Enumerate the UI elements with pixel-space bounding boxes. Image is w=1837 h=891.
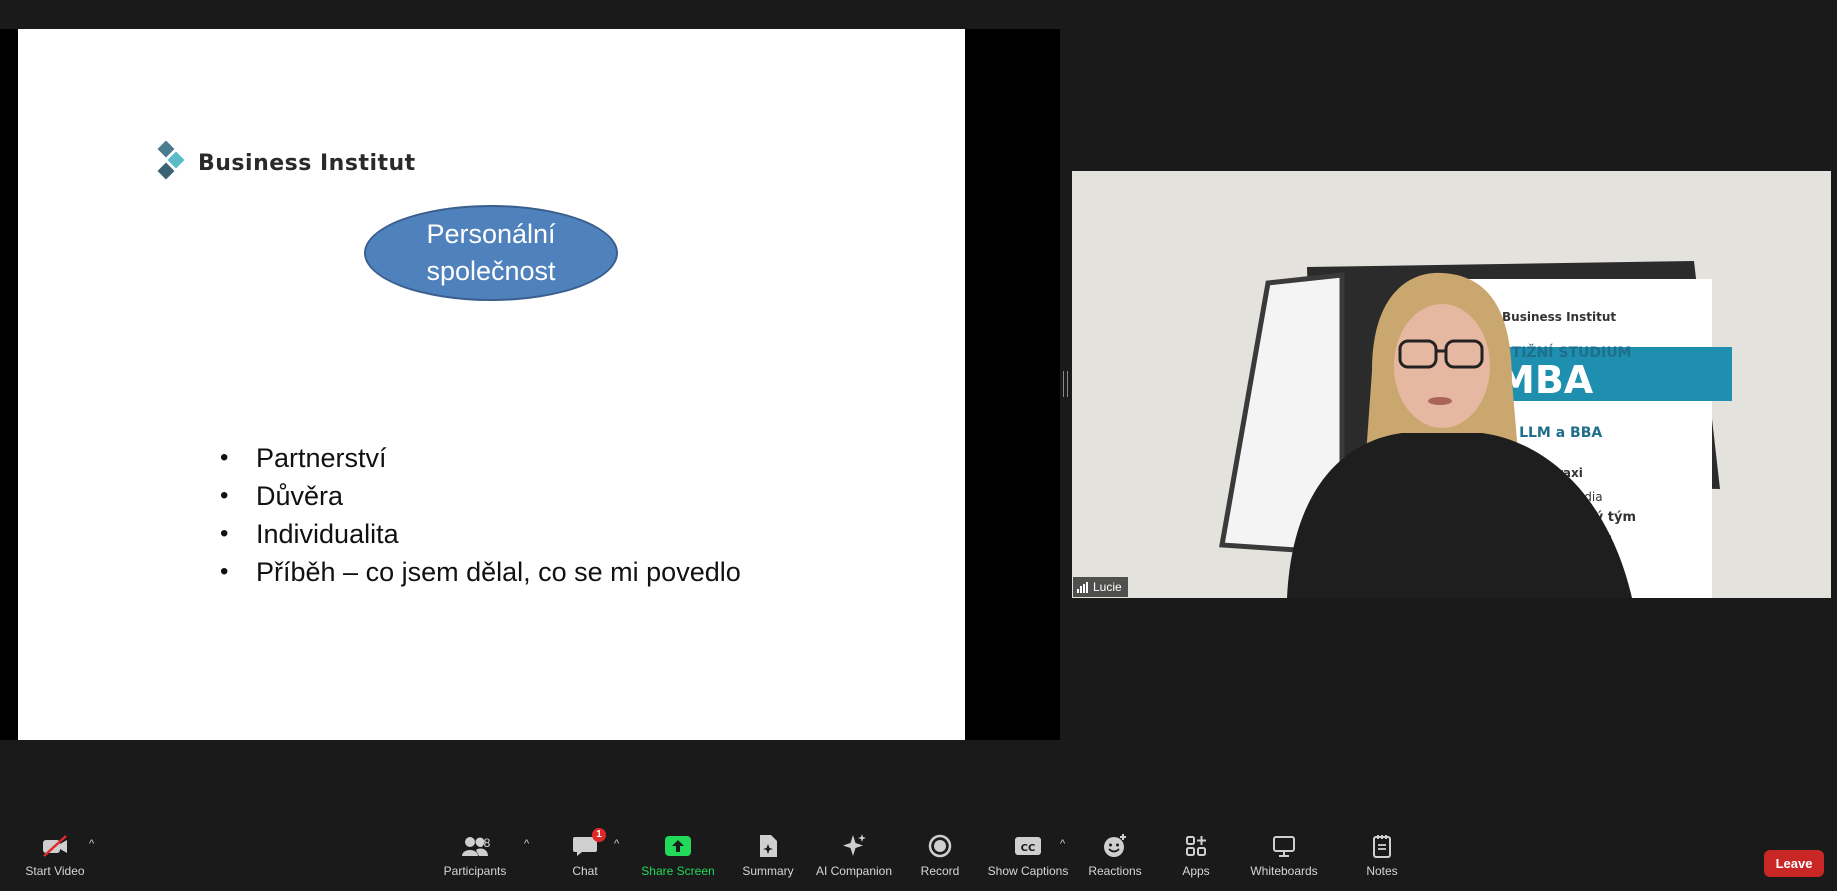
- participant-name: Lucie: [1093, 580, 1122, 594]
- chat-icon: 1: [572, 828, 606, 860]
- captions-options-caret-icon[interactable]: ^: [1060, 838, 1065, 850]
- logo-text: Business Institut: [198, 150, 416, 176]
- participants-count: 38: [477, 836, 491, 850]
- whiteboards-button[interactable]: Whiteboards: [1248, 832, 1320, 884]
- share-screen-button[interactable]: Share Screen: [640, 832, 716, 884]
- participants-options-caret-icon[interactable]: ^: [524, 838, 529, 850]
- reactions-label: Reactions: [1088, 864, 1142, 878]
- apps-icon: [1185, 832, 1207, 860]
- diamond-logo-icon: [157, 141, 185, 180]
- video-off-icon: [40, 832, 70, 860]
- bullet-item: Individualita: [204, 515, 741, 553]
- bullet-list: Partnerství Důvěra Individualita Příběh …: [204, 439, 741, 591]
- bullet-item: Důvěra: [204, 477, 741, 515]
- video-options-caret-icon[interactable]: ^: [89, 838, 94, 850]
- ellipse-line-2: společnost: [426, 256, 556, 286]
- panel-splitter-handle[interactable]: [1063, 371, 1068, 397]
- participants-button[interactable]: 38 Participants: [442, 832, 508, 884]
- share-screen-label: Share Screen: [641, 864, 715, 878]
- presentation-slide: Business Institut Personální společnost …: [18, 29, 965, 740]
- svg-text:Business Institut: Business Institut: [1502, 310, 1616, 324]
- start-video-label: Start Video: [25, 864, 85, 878]
- start-video-button[interactable]: Start Video: [22, 832, 88, 884]
- summary-button[interactable]: Summary: [740, 832, 796, 884]
- bullet-item: Příběh – co jsem dělal, co se mi povedlo: [204, 553, 741, 591]
- personal-company-ellipse: Personální společnost: [364, 205, 618, 301]
- webcam-feed-image: Business Institut ESTIŽNÍ STUDIUM MBA RA…: [1072, 171, 1831, 598]
- show-captions-button[interactable]: CC Show Captions: [988, 832, 1068, 884]
- participant-video-tile[interactable]: Business Institut ESTIŽNÍ STUDIUM MBA RA…: [1072, 171, 1831, 598]
- participant-name-tag: Lucie: [1073, 577, 1128, 597]
- record-label: Record: [920, 864, 960, 878]
- shared-screen: Business Institut Personální společnost …: [0, 29, 1060, 740]
- whiteboard-icon: [1272, 832, 1296, 860]
- sparkle-icon: [841, 832, 867, 860]
- notes-icon: [1372, 832, 1392, 860]
- show-captions-label: Show Captions: [987, 864, 1069, 878]
- chat-label: Chat: [572, 864, 598, 878]
- whiteboards-label: Whiteboards: [1250, 864, 1318, 878]
- record-icon: [928, 832, 952, 860]
- cc-icon: CC: [1015, 832, 1041, 860]
- share-screen-icon: [665, 832, 691, 860]
- signal-strength-icon: [1077, 581, 1088, 593]
- notes-button[interactable]: Notes: [1364, 832, 1400, 884]
- chat-button[interactable]: 1 Chat: [565, 828, 606, 884]
- business-institut-logo: Business Institut: [156, 141, 416, 185]
- bullet-item: Partnerství: [204, 439, 741, 477]
- record-button[interactable]: Record: [920, 832, 960, 884]
- ellipse-line-1: Personální: [426, 219, 556, 249]
- svg-text:CC: CC: [1021, 843, 1036, 854]
- chat-options-caret-icon[interactable]: ^: [614, 838, 619, 850]
- participants-icon: 38: [445, 832, 505, 860]
- apps-button[interactable]: Apps: [1180, 832, 1212, 884]
- leave-button[interactable]: Leave: [1764, 850, 1824, 877]
- participants-label: Participants: [443, 864, 507, 878]
- ai-companion-button[interactable]: AI Companion: [814, 832, 894, 884]
- apps-label: Apps: [1182, 864, 1210, 878]
- emoji-icon: [1102, 832, 1128, 860]
- summary-label: Summary: [742, 864, 794, 878]
- ai-companion-label: AI Companion: [815, 864, 893, 878]
- summary-icon: [757, 832, 779, 860]
- notes-label: Notes: [1366, 864, 1398, 878]
- zoom-meeting-window: Business Institut Personální společnost …: [0, 0, 1837, 891]
- meeting-toolbar: Start Video ^ 38 Participants ^ 1 Chat ^…: [0, 826, 1837, 891]
- reactions-button[interactable]: Reactions: [1088, 832, 1142, 884]
- chat-unread-badge: 1: [592, 828, 606, 842]
